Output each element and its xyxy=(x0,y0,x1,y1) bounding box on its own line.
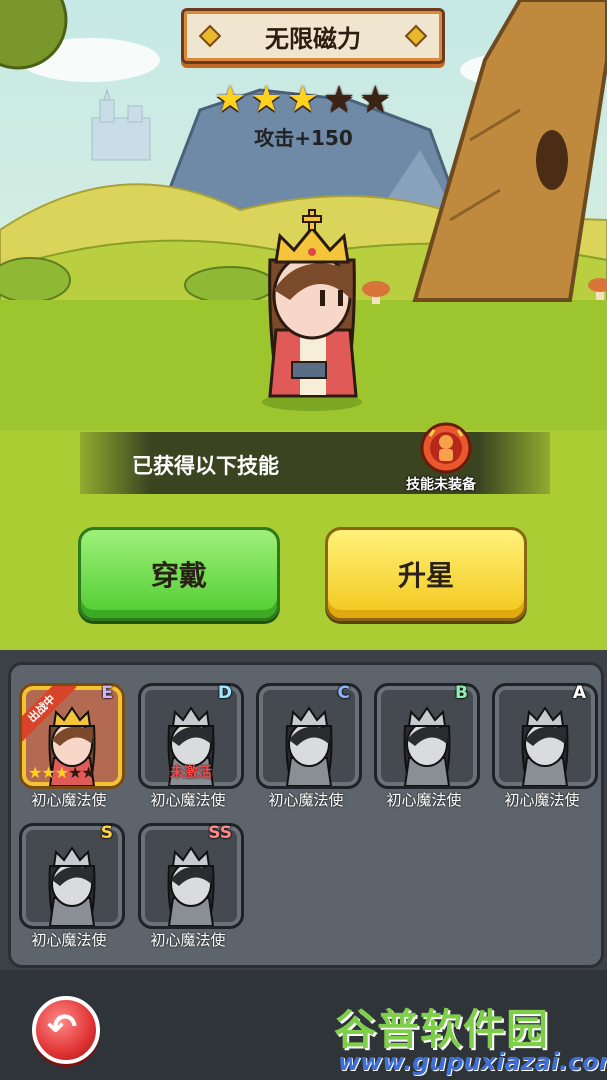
diamond-right-icon xyxy=(404,24,428,48)
star-rating: ★ ★ ★ ★ ★ xyxy=(214,82,391,118)
equip-button[interactable]: 穿戴 xyxy=(78,527,280,621)
character-name: 初心魔法使 xyxy=(31,791,107,809)
equip-button-label: 穿戴 xyxy=(150,559,207,592)
star-filled-icon: ★ xyxy=(214,79,247,120)
rank-label: D xyxy=(217,683,232,703)
star-filled-icon: ★ xyxy=(54,763,69,782)
rank-label: C xyxy=(337,683,350,703)
star-filled-icon: ★ xyxy=(286,79,319,120)
character-card[interactable]: S 初心魔法使 xyxy=(17,819,125,955)
character-card[interactable]: SS 初心魔法使 xyxy=(136,819,244,955)
hero-character xyxy=(268,209,358,398)
watermark-url: www.gupuxiazai.com xyxy=(338,1048,607,1076)
character-name: 初心魔法使 xyxy=(31,931,107,949)
rank-label: SS xyxy=(208,823,232,843)
back-button[interactable]: ↶ xyxy=(32,996,100,1064)
skill-banner: 已获得以下技能 技能未装备 xyxy=(80,422,550,494)
character-name: 初心魔法使 xyxy=(268,791,344,809)
item-title: 无限磁力 xyxy=(265,24,361,53)
character-card[interactable]: B 初心魔法使 xyxy=(372,679,480,815)
star-empty-icon: ★ xyxy=(81,763,95,782)
star-filled-icon: ★ xyxy=(250,79,283,120)
rank-label: A xyxy=(572,683,586,703)
inactive-label: 未激活 xyxy=(170,765,212,781)
attack-bonus: 攻击+150 xyxy=(254,126,353,150)
character-name: 初心魔法使 xyxy=(150,931,226,949)
character-name: 初心魔法使 xyxy=(150,791,226,809)
upgrade-star-button-label: 升星 xyxy=(397,559,454,592)
undo-arrow-icon: ↶ xyxy=(47,1007,78,1048)
character-card[interactable]: A 初心魔法使 xyxy=(490,679,598,815)
rank-label: B xyxy=(455,683,468,703)
diamond-left-icon xyxy=(198,24,222,48)
card-star-rating: ★★★★★ xyxy=(28,763,96,782)
skill-status: 技能未装备 xyxy=(406,477,476,493)
character-name: 初心魔法使 xyxy=(504,791,580,809)
star-empty-icon: ★ xyxy=(359,79,392,120)
red-skill-icon[interactable] xyxy=(420,422,472,474)
rank-label: E xyxy=(101,683,113,703)
star-empty-icon: ★ xyxy=(68,763,82,782)
star-filled-icon: ★ xyxy=(41,763,55,782)
item-title-plate: 无限磁力 xyxy=(181,8,445,64)
character-card[interactable]: C 初心魔法使 xyxy=(254,679,362,815)
star-filled-icon: ★ xyxy=(28,763,42,782)
rank-label: S xyxy=(100,823,113,843)
character-name: 初心魔法使 xyxy=(386,791,462,809)
upgrade-star-button[interactable]: 升星 xyxy=(325,527,527,621)
star-empty-icon: ★ xyxy=(322,79,356,120)
skill-banner-label: 已获得以下技能 xyxy=(132,454,279,478)
character-card[interactable]: 未激活 D 初心魔法使 xyxy=(136,679,244,815)
character-roster-panel: 出战中 ★★★★★ E 初心魔法使 未激活 D 初心魔法使 C 初心魔法使 B 初心魔法使 A 初心魔法… xyxy=(8,662,604,968)
watermark: 谷普软件园 www.gupuxiazai.com xyxy=(334,990,607,1080)
character-card[interactable]: 出战中 ★★★★★ E 初心魔法使 xyxy=(17,679,125,815)
hero-showcase-scene: 无限磁力 ★ ★ ★ ★ ★ 攻击+150 已获得以下技能 技能未装备 穿戴 升星 xyxy=(0,0,607,650)
